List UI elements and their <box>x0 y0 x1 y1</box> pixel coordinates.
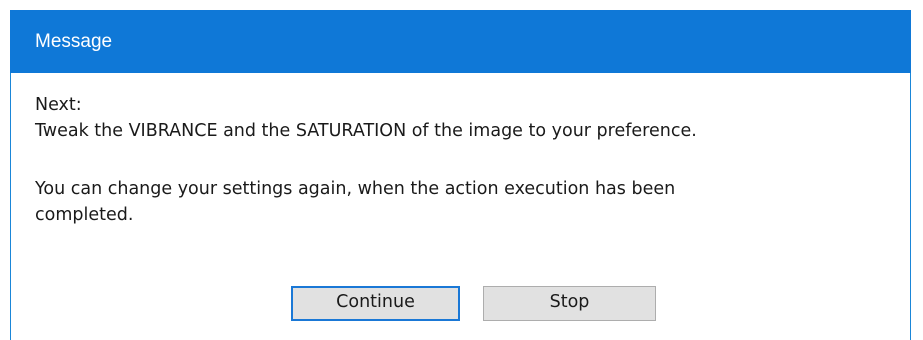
continue-button[interactable]: Continue <box>291 286 460 321</box>
stop-button[interactable]: Stop <box>483 286 656 321</box>
message-line-next: Next: <box>35 95 82 115</box>
message-dialog: Message Next: Tweak the VIBRANCE and the… <box>10 10 911 340</box>
window-title: Message <box>35 31 113 52</box>
message-line-instruction: Tweak the VIBRANCE and the SATURATION of… <box>35 121 697 141</box>
message-line-note-continued: completed. <box>35 205 134 225</box>
message-line-note: You can change your settings again, when… <box>35 179 676 199</box>
title-bar[interactable]: Message <box>10 10 911 73</box>
